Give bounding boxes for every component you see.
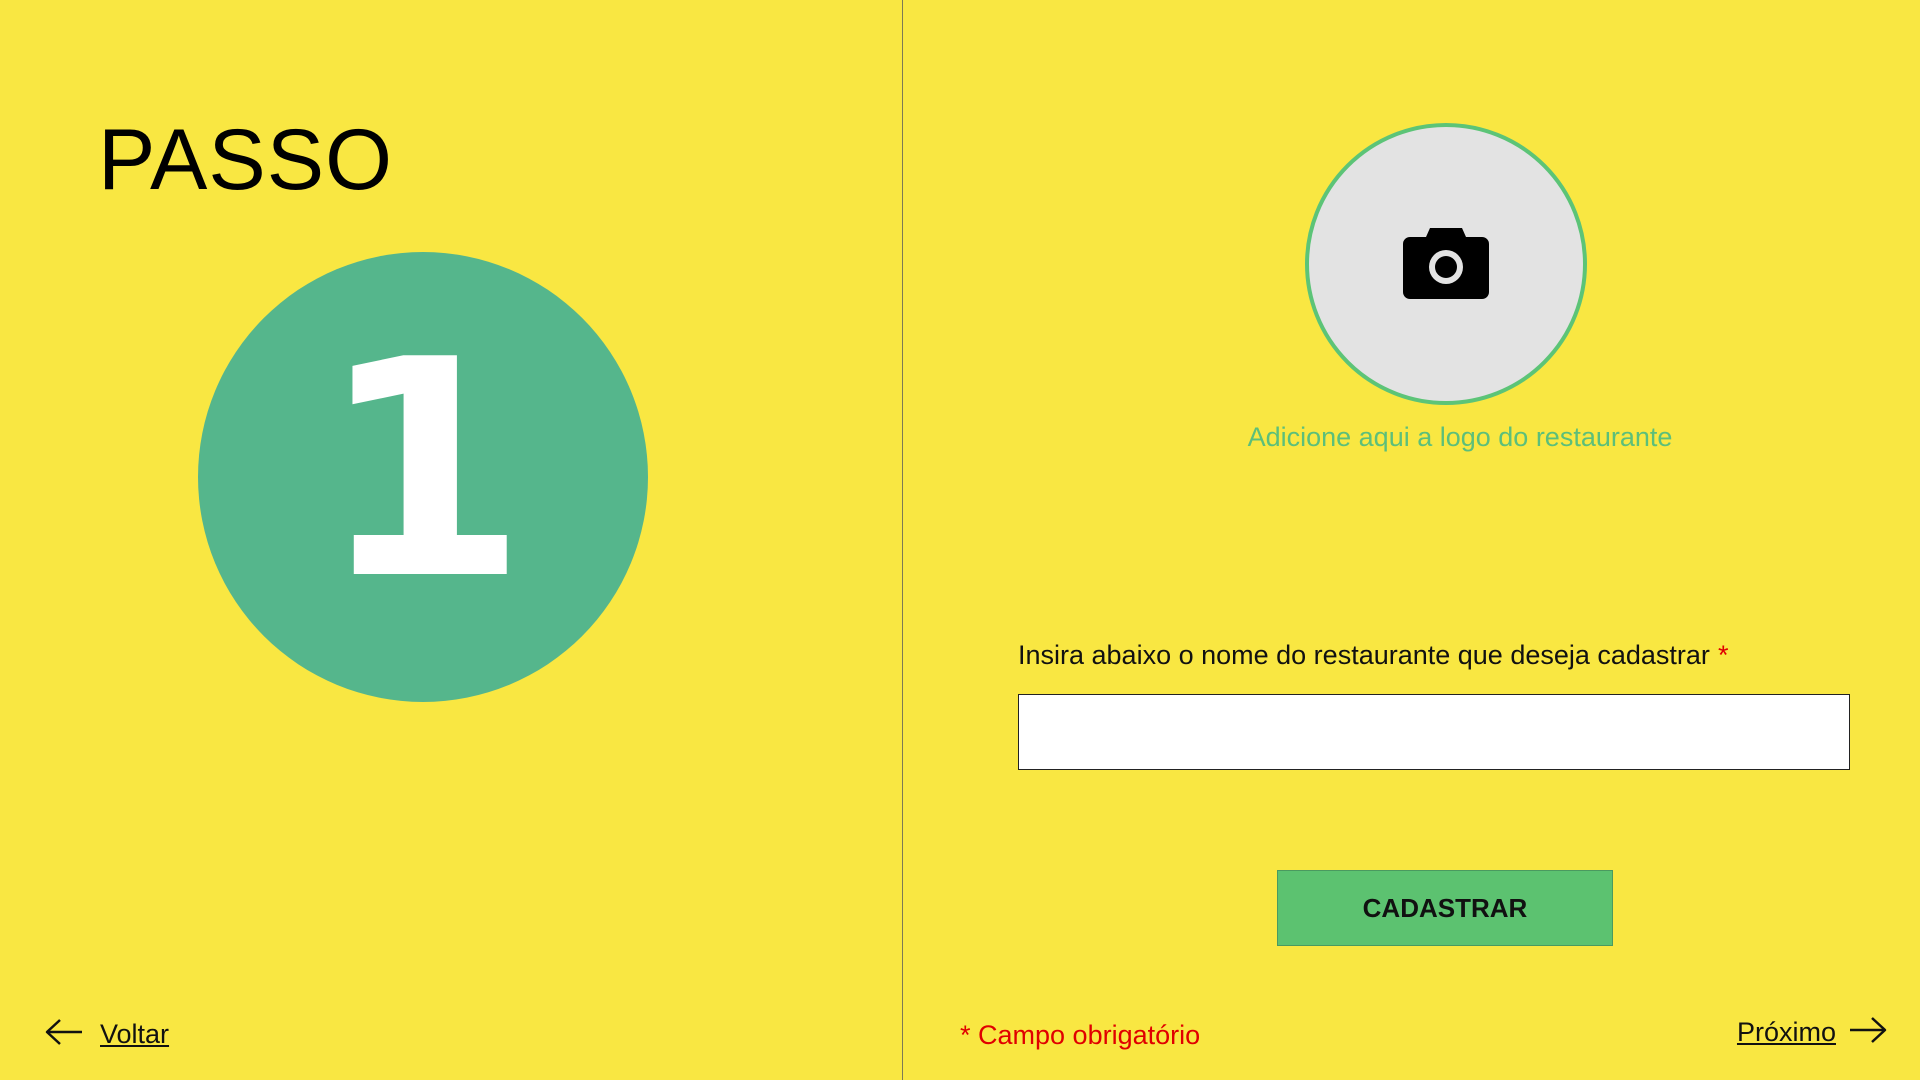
restaurant-name-label: Insira abaixo o nome do restaurante que … [1018, 640, 1728, 671]
camera-icon [1402, 224, 1490, 305]
next-link[interactable]: Próximo [1737, 1016, 1888, 1049]
back-label: Voltar [100, 1019, 170, 1049]
step-number-badge: 1 [198, 252, 648, 702]
logo-upload-button[interactable] [1305, 123, 1587, 405]
panel-divider [902, 0, 903, 1080]
step-title: PASSO [98, 112, 393, 208]
next-label: Próximo [1736, 1017, 1836, 1047]
required-marker: * [1717, 640, 1729, 670]
restaurant-name-input[interactable] [1018, 694, 1850, 770]
logo-upload-caption: Adicione aqui a logo do restaurante [1247, 422, 1673, 452]
back-link[interactable]: Voltar [44, 1018, 169, 1051]
step-number: 1 [318, 296, 528, 645]
required-field-note: * Campo obrigatório [960, 1020, 1201, 1050]
arrow-left-icon [44, 1018, 84, 1051]
restaurant-name-label-text: Insira abaixo o nome do restaurante que … [1018, 640, 1710, 670]
register-button[interactable]: CADASTRAR [1277, 870, 1613, 946]
arrow-right-icon [1848, 1016, 1888, 1049]
